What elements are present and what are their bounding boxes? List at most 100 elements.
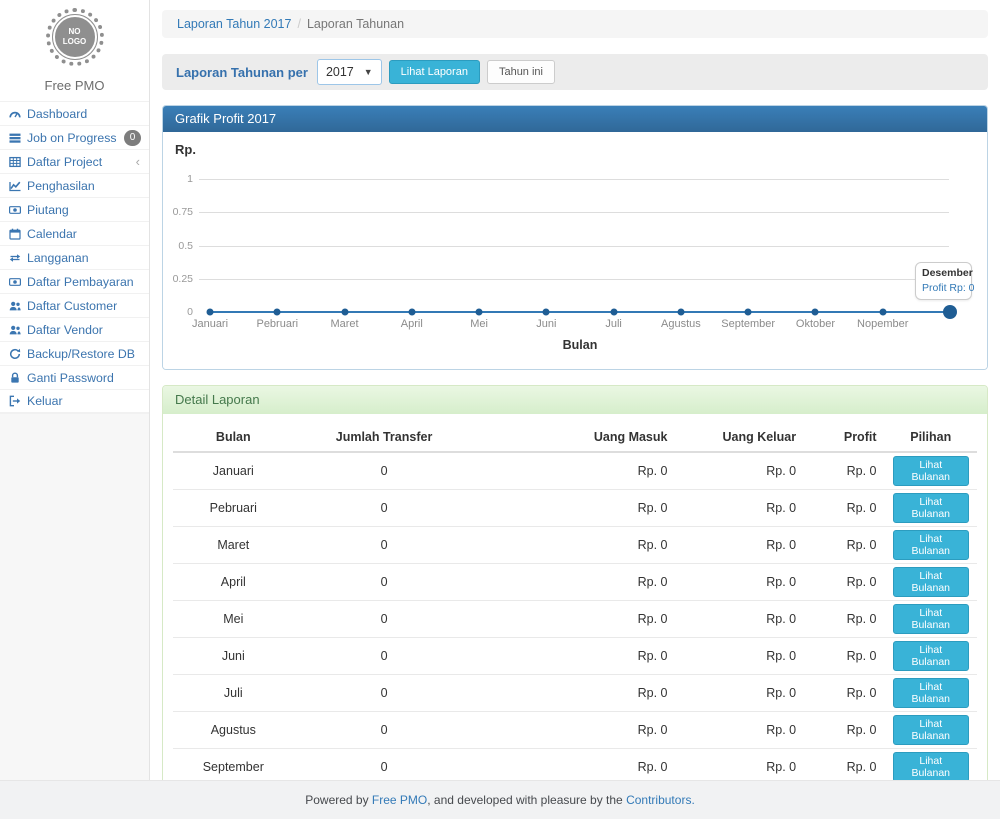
view-monthly-button[interactable]: Lihat Bulanan (893, 678, 970, 708)
view-monthly-button[interactable]: Lihat Bulanan (893, 604, 970, 634)
data-point-pebruari[interactable] (274, 309, 281, 316)
table-row: April0Rp. 0Rp. 0Rp. 0Lihat Bulanan (173, 564, 977, 601)
data-point-mei[interactable] (476, 309, 483, 316)
sidebar-item-daftar-project[interactable]: Daftar Project ‹ (0, 149, 149, 173)
sidebar-item-label: Calendar (27, 227, 77, 241)
table-row: Mei0Rp. 0Rp. 0Rp. 0Lihat Bulanan (173, 601, 977, 638)
cell-masuk: Rp. 0 (474, 527, 675, 564)
sidebar-item-job-on-progress[interactable]: Job on Progress0 (0, 125, 149, 149)
chart-tooltip: Desember Profit Rp: 0 (915, 262, 972, 300)
profit-series-line (210, 311, 950, 313)
brand-name: Free PMO (0, 72, 149, 101)
chevron-left-icon: ‹ (136, 155, 140, 168)
data-point-juli[interactable] (610, 309, 617, 316)
x-tick-label: September (721, 318, 775, 330)
sidebar-item-langganan[interactable]: Langganan (0, 245, 149, 269)
sidebar-item-backup-restore-db[interactable]: Backup/Restore DB (0, 341, 149, 365)
sidebar-item-label: Dashboard (27, 107, 87, 121)
contributors-link[interactable]: Contributors. (626, 793, 695, 807)
cell-pilihan: Lihat Bulanan (885, 601, 978, 638)
data-point-juni[interactable] (543, 309, 550, 316)
cell-jumlah: 0 (294, 527, 475, 564)
cell-bulan: Agustus (173, 712, 294, 749)
tasks-icon (8, 132, 21, 144)
cell-jumlah: 0 (294, 452, 475, 490)
data-point-januari[interactable] (207, 309, 214, 316)
this-year-button[interactable]: Tahun ini (487, 60, 555, 84)
sidebar-filler (0, 413, 149, 780)
data-point-september[interactable] (745, 309, 752, 316)
data-point-oktober[interactable] (812, 309, 819, 316)
table-row: Agustus0Rp. 0Rp. 0Rp. 0Lihat Bulanan (173, 712, 977, 749)
cell-pilihan: Lihat Bulanan (885, 638, 978, 675)
cell-masuk: Rp. 0 (474, 675, 675, 712)
sidebar-item-label: Backup/Restore DB (27, 347, 135, 361)
cell-pilihan: Lihat Bulanan (885, 490, 978, 527)
gridline (199, 179, 949, 180)
year-select[interactable]: 2017 ▼ (317, 59, 382, 85)
sidebar-item-dashboard[interactable]: Dashboard (0, 101, 149, 125)
profit-chart-panel: Grafik Profit 2017 Rp. 10.750.50.250Janu… (162, 105, 988, 370)
refresh-icon (8, 348, 21, 360)
cell-keluar: Rp. 0 (675, 601, 804, 638)
sidebar-item-ganti-password[interactable]: Ganti Password (0, 365, 149, 389)
cell-jumlah: 0 (294, 564, 475, 601)
detail-table-wrap: BulanJumlah TransferUang MasukUang Kelua… (163, 414, 987, 780)
cell-masuk: Rp. 0 (474, 638, 675, 675)
sidebar-item-keluar[interactable]: Keluar (0, 389, 149, 413)
view-monthly-button[interactable]: Lihat Bulanan (893, 641, 970, 671)
view-monthly-button[interactable]: Lihat Bulanan (893, 752, 970, 780)
sidebar-item-daftar-pembayaran[interactable]: Daftar Pembayaran (0, 269, 149, 293)
no-logo-badge: NO LOGO (46, 8, 104, 66)
cell-pilihan: Lihat Bulanan (885, 527, 978, 564)
retweet-icon (8, 252, 21, 264)
cell-keluar: Rp. 0 (675, 712, 804, 749)
main-content: Laporan Tahun 2017/Laporan Tahunan Lapor… (150, 0, 1000, 780)
sidebar-item-label: Daftar Project (27, 155, 102, 169)
table-icon (8, 156, 21, 168)
data-point-agustus[interactable] (677, 309, 684, 316)
logo: NO LOGO (0, 0, 149, 72)
breadcrumb-link-laporan-tahun[interactable]: Laporan Tahun 2017 (177, 17, 291, 31)
cell-profit: Rp. 0 (804, 452, 884, 490)
cell-pilihan: Lihat Bulanan (885, 712, 978, 749)
data-point-nopember[interactable] (879, 309, 886, 316)
sidebar-item-label: Penghasilan (27, 179, 95, 193)
view-monthly-button[interactable]: Lihat Bulanan (893, 456, 970, 486)
view-report-button[interactable]: Lihat Laporan (389, 60, 480, 84)
chart-panel-title: Grafik Profit 2017 (163, 106, 987, 132)
sidebar-item-daftar-customer[interactable]: Daftar Customer (0, 293, 149, 317)
tooltip-month: Desember (922, 267, 965, 279)
cell-masuk: Rp. 0 (474, 490, 675, 527)
cell-profit: Rp. 0 (804, 490, 884, 527)
tooltip-value: Profit Rp: 0 (922, 282, 965, 294)
free-pmo-link[interactable]: Free PMO (372, 793, 427, 807)
sidebar-item-penghasilan[interactable]: Penghasilan (0, 173, 149, 197)
year-select-value: 2017 (326, 65, 354, 79)
cell-keluar: Rp. 0 (675, 490, 804, 527)
gridline (199, 279, 949, 280)
sidebar-item-piutang[interactable]: Piutang (0, 197, 149, 221)
sidebar-item-label: Langganan (27, 251, 89, 265)
data-point-maret[interactable] (341, 309, 348, 316)
view-monthly-button[interactable]: Lihat Bulanan (893, 715, 970, 745)
cell-bulan: September (173, 749, 294, 781)
cell-keluar: Rp. 0 (675, 527, 804, 564)
view-monthly-button[interactable]: Lihat Bulanan (893, 530, 970, 560)
sidebar-item-calendar[interactable]: Calendar (0, 221, 149, 245)
cell-jumlah: 0 (294, 638, 475, 675)
view-monthly-button[interactable]: Lihat Bulanan (893, 567, 970, 597)
report-filter-bar: Laporan Tahunan per 2017 ▼ Lihat Laporan… (162, 54, 988, 90)
sidebar-menu: Dashboard Job on Progress0 Daftar Project ‹… (0, 101, 149, 413)
app-window: NO LOGO Free PMO Dashboard Job on Progres… (0, 0, 1000, 819)
sidebar-item-daftar-vendor[interactable]: Daftar Vendor (0, 317, 149, 341)
data-point-desember[interactable] (943, 305, 957, 319)
view-monthly-button[interactable]: Lihat Bulanan (893, 493, 970, 523)
x-axis-title: Bulan (563, 338, 598, 352)
x-tick-label: Oktober (796, 318, 835, 330)
money-icon (8, 204, 21, 216)
cell-keluar: Rp. 0 (675, 564, 804, 601)
data-point-april[interactable] (408, 309, 415, 316)
detail-panel-title: Detail Laporan (163, 386, 987, 414)
cell-keluar: Rp. 0 (675, 675, 804, 712)
